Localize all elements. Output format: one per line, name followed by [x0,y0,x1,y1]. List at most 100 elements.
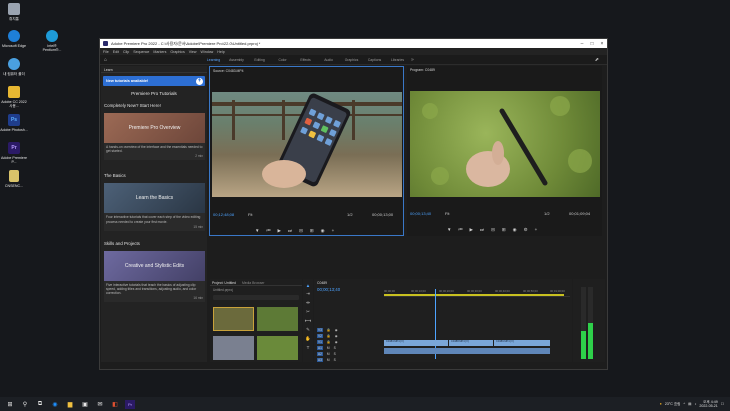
tab-graphics[interactable]: Graphics [340,58,363,62]
lock-icon[interactable]: 🔒 [327,328,331,332]
project-search-input[interactable] [213,295,299,300]
menu-edit[interactable]: Edit [113,50,119,54]
lock-icon[interactable]: 🔒 [327,334,331,338]
mute-icon[interactable]: M [327,346,330,350]
program-timecode[interactable]: 00;00;13;40 [410,211,431,216]
insert-icon[interactable]: ⊟ [299,228,303,234]
settings-icon[interactable]: ⚙ [524,227,528,233]
razor-tool-icon[interactable]: ✂ [306,309,310,315]
type-tool-icon[interactable]: T [307,345,310,350]
network-icon[interactable]: ▤ [688,402,691,406]
extract-icon[interactable]: ⊞ [502,227,506,233]
add-icon[interactable]: + [332,228,335,234]
solo-icon[interactable]: S [334,346,336,350]
pen-tool-icon[interactable]: ✎ [306,327,310,333]
notification-icon[interactable]: ☐ [721,402,724,406]
audio-clip[interactable] [384,348,550,354]
timeline-sequence-tab[interactable]: C0489 [317,281,327,285]
video-clip[interactable]: C0483.MP4 [V] [384,340,448,346]
ripple-edit-icon[interactable]: ⇹ [306,300,310,306]
menu-help[interactable]: Help [217,50,224,54]
mute-icon[interactable]: M [327,358,330,362]
timeline-timecode[interactable]: 00;00;13;40 [317,287,340,292]
office-icon[interactable]: ◧ [110,400,120,409]
play-icon[interactable]: ▶ [470,227,473,233]
desktop-icon-premiere[interactable]: Pr Adobe Premiere P... [0,142,28,164]
slip-tool-icon[interactable]: ⟷ [305,318,311,324]
track-select-icon[interactable]: ⇥ [306,291,310,297]
minimize-button[interactable]: – [577,41,587,47]
source-quality-select[interactable]: 1/2 [347,212,353,217]
share-icon[interactable]: ⬈ [595,57,599,63]
source-monitor-tab[interactable]: Source: C0483.MP4 [210,67,403,74]
video-clip[interactable]: C0489.MP4 [V] [494,340,550,346]
play-icon[interactable]: ▶ [278,228,281,234]
project-clip-thumb[interactable] [213,336,254,360]
menu-graphics[interactable]: Graphics [170,50,184,54]
desktop-icon-folder[interactable]: 내 컴퓨터 폴더 [0,58,28,76]
maximize-button[interactable]: □ [587,41,597,47]
plus-icon[interactable]: + [196,77,203,85]
add-icon[interactable]: + [535,227,538,233]
close-button[interactable]: × [597,41,607,47]
tray-chevron-icon[interactable]: ^ [683,402,685,406]
menu-window[interactable]: Window [201,50,214,54]
mark-in-icon[interactable]: ▼ [255,228,259,234]
clock-date[interactable]: 2022-05-21 [699,404,717,408]
desktop-icon-intel[interactable]: Intel® Pentium®... [38,30,66,52]
edge-icon[interactable]: ◉ [50,400,60,409]
volume-icon[interactable]: ♪ [695,402,697,406]
home-icon[interactable]: ⌂ [104,57,107,63]
new-tutorials-banner[interactable]: New tutorials available! + [103,76,205,86]
step-back-icon[interactable]: ⏮ [458,227,462,233]
tab-libraries[interactable]: Libraries [386,58,409,62]
menu-file[interactable]: File [103,50,109,54]
eye-icon[interactable]: ◉ [335,334,338,338]
lift-icon[interactable]: ⊟ [491,227,495,233]
timeline-ruler[interactable]: 00;00;00 00;00;10;00 00;00;20;00 00;00;3… [384,289,570,297]
menu-clip[interactable]: Clip [123,50,129,54]
desktop-icon-recycle-bin[interactable]: 휴지통 [0,3,28,21]
tutorial-card-overview[interactable]: Premiere Pro Overview A hands-on overvie… [104,113,205,161]
menu-sequence[interactable]: Sequence [133,50,149,54]
file-explorer-icon[interactable]: ▆ [65,400,75,409]
tab-color[interactable]: Color [271,58,294,62]
project-clip-thumb[interactable] [257,307,298,331]
search-icon[interactable]: ⚲ [20,400,30,409]
tab-media-browser[interactable]: Media Browser [242,281,265,285]
tab-editing[interactable]: Editing [248,58,271,62]
camera-icon[interactable]: ◉ [513,227,517,233]
eye-icon[interactable]: ◉ [335,328,338,332]
program-quality-select[interactable]: 1/2 [544,211,550,216]
track-header[interactable]: A3 M S [317,357,383,363]
store-icon[interactable]: ▣ [80,400,90,409]
tutorial-card-basics[interactable]: Learn the Basics Four interactive tutori… [104,183,205,231]
tab-learning[interactable]: Learning [202,58,225,62]
selection-tool-icon[interactable]: ▲ [306,283,310,288]
tab-assembly[interactable]: Assembly [225,58,248,62]
menu-view[interactable]: View [189,50,197,54]
tab-project[interactable]: Project: Untitled [212,281,236,285]
source-timecode[interactable]: 00;12;48;08 [213,212,234,217]
work-area-bar[interactable] [384,294,564,296]
hand-tool-icon[interactable]: ✋ [305,336,311,342]
eye-icon[interactable]: ◉ [335,340,338,344]
step-forward-icon[interactable]: ⏭ [480,227,484,233]
video-clip[interactable]: C0488.MP4 [V] [449,340,493,346]
tab-audio[interactable]: Audio [317,58,340,62]
source-fit-select[interactable]: Fit [248,212,252,217]
step-forward-icon[interactable]: ⏭ [288,228,292,234]
desktop-icon-photoshop[interactable]: Ps Adobe Photosh... [0,114,28,132]
project-clip-thumb[interactable] [257,336,298,360]
title-bar[interactable]: Adobe Premiere Pro 2022 - C:\사용자\문서\Adob… [100,39,607,48]
mail-icon[interactable]: ✉ [95,400,105,409]
chevron-right-icon[interactable]: » [411,57,414,63]
camera-icon[interactable]: ◉ [321,228,325,234]
menu-markers[interactable]: Markers [153,50,166,54]
desktop-icon-edge[interactable]: Microsoft Edge [0,30,28,48]
tab-effects[interactable]: Effects [294,58,317,62]
mute-icon[interactable]: M [327,352,330,356]
overwrite-icon[interactable]: ⊞ [310,228,314,234]
weather-text[interactable]: 23°C 흐림 [665,402,681,407]
lock-icon[interactable]: 🔒 [327,340,331,344]
